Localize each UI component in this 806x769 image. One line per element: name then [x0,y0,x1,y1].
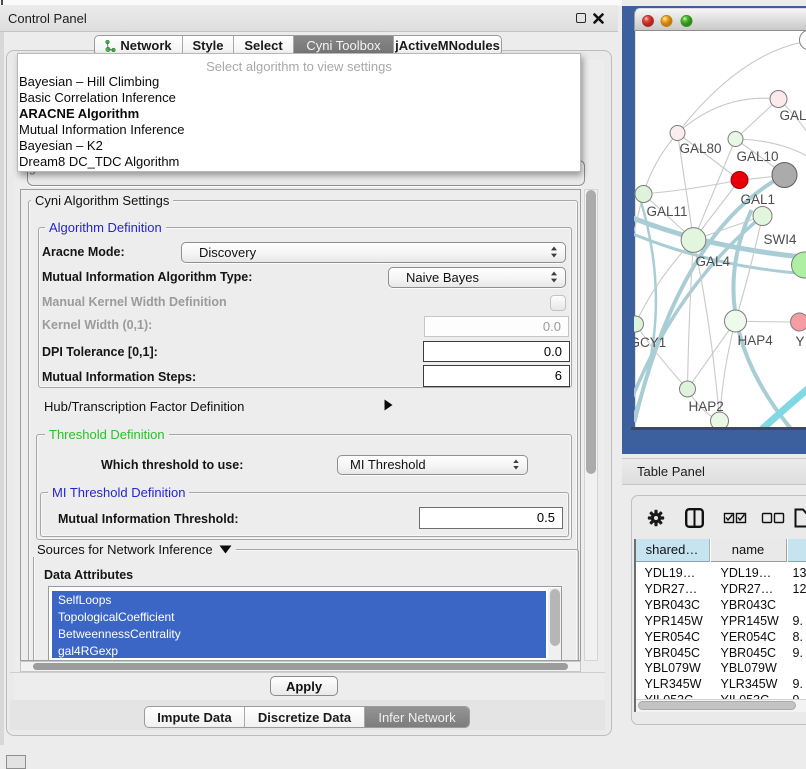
svg-text:HAP4: HAP4 [737,333,773,348]
svg-text:HAP2: HAP2 [688,399,723,414]
svg-text:SWI4: SWI4 [763,232,796,247]
svg-text:GCY1: GCY1 [634,335,666,350]
svg-text:GAL11: GAL11 [646,204,687,219]
svg-text:GAL4: GAL4 [695,254,730,269]
svg-text:Y: Y [795,334,804,349]
svg-text:GAL7: GAL7 [779,108,806,123]
svg-text:GAL80: GAL80 [679,141,721,156]
svg-text:GAL10: GAL10 [736,149,778,164]
svg-text:GAL1: GAL1 [740,192,775,207]
